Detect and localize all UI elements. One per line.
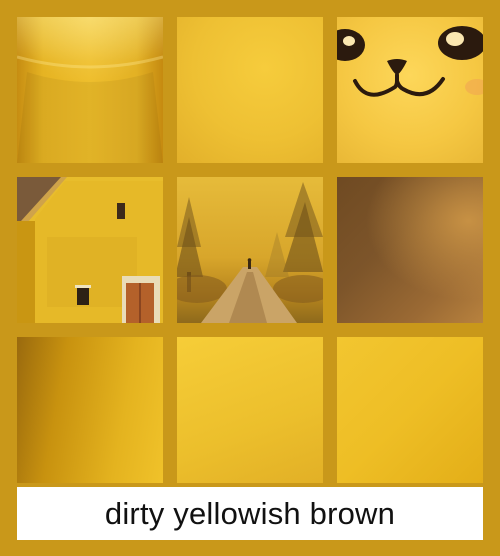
caption-text: dirty yellowish brown bbox=[104, 495, 396, 531]
flat-yellow-swatch bbox=[177, 337, 323, 483]
cat-face-icon bbox=[337, 26, 483, 97]
bright-yellow-swatch bbox=[337, 337, 483, 483]
foggy-forest-path-swatch bbox=[177, 177, 323, 323]
brown-texture-swatch bbox=[337, 177, 483, 323]
gradient-gold-swatch bbox=[17, 337, 163, 483]
silk-fabric-swatch bbox=[17, 17, 163, 163]
swatch-board: dirty yellowish brown bbox=[0, 0, 500, 556]
smiling-cat-face-swatch bbox=[337, 17, 483, 163]
yellow-house-swatch bbox=[17, 177, 163, 323]
color-name-caption: dirty yellowish brown bbox=[17, 487, 483, 540]
plain-yellow-swatch bbox=[177, 17, 323, 163]
